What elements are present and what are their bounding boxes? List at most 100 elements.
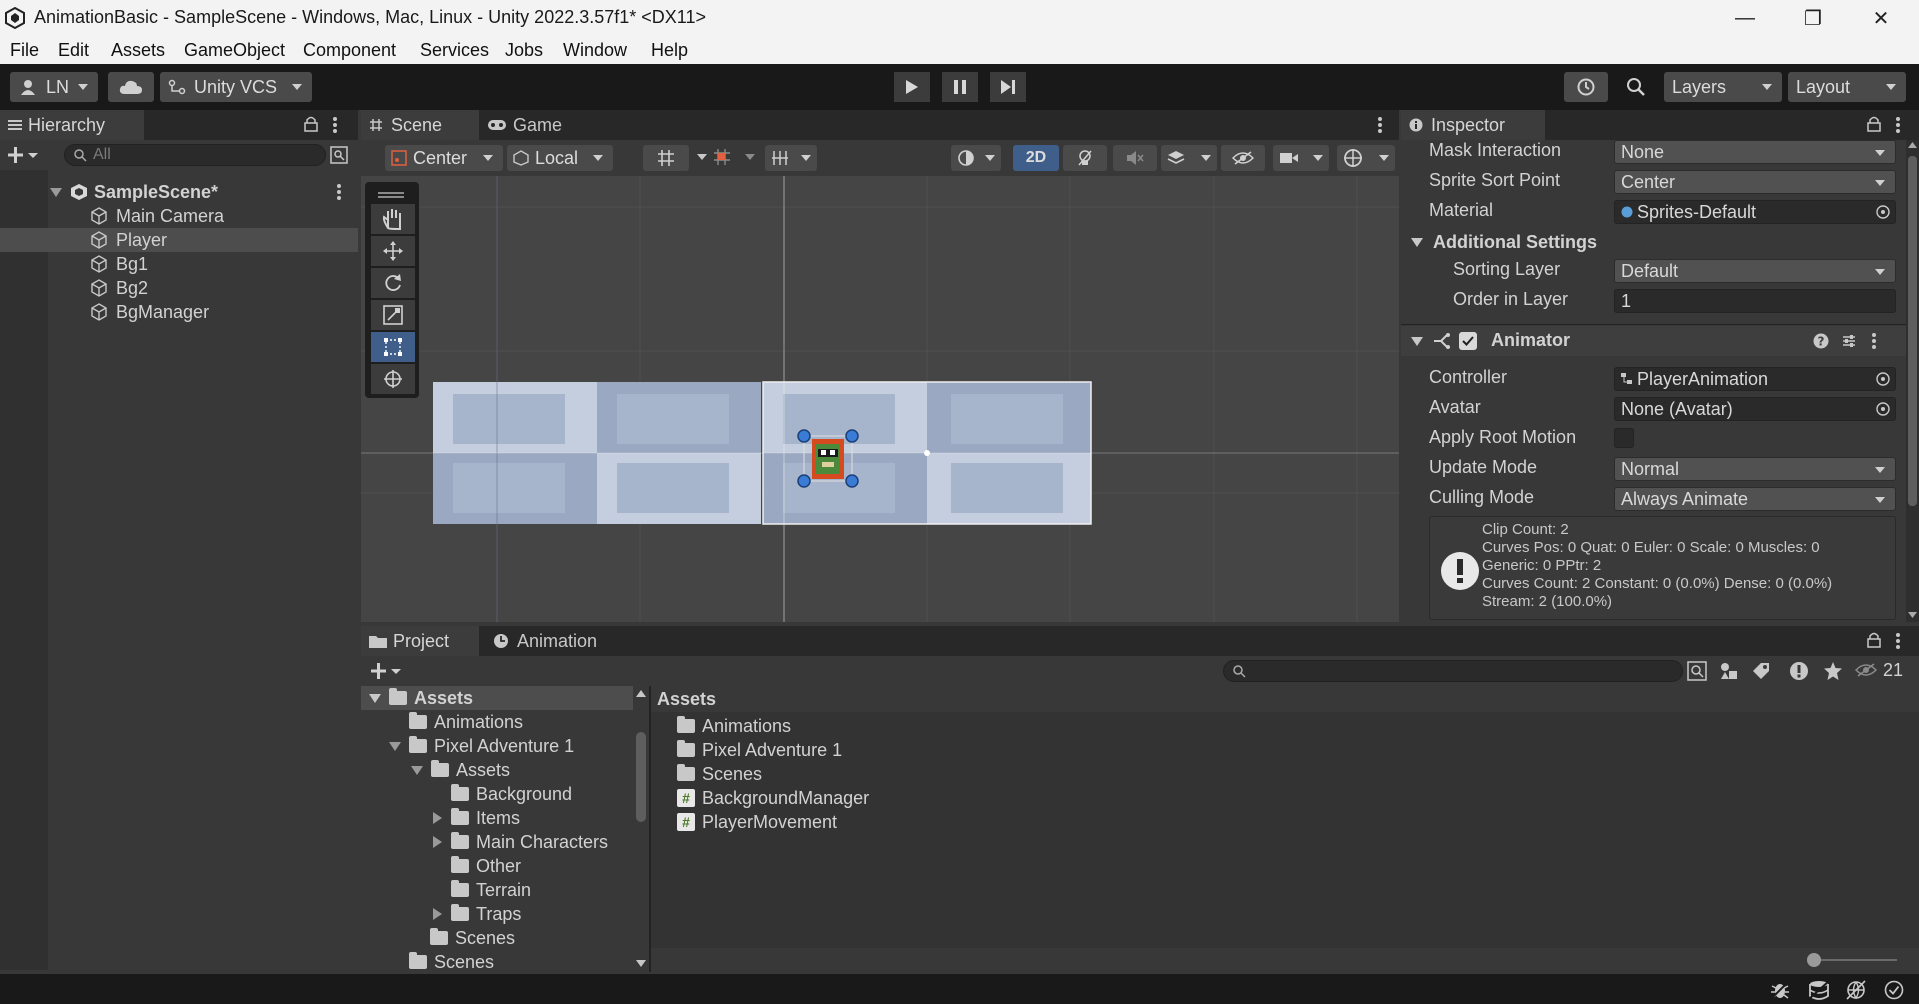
expand-arrow-icon[interactable] [369, 693, 381, 703]
camera-dropdown[interactable] [1273, 145, 1329, 171]
kebab-menu-icon[interactable] [1895, 632, 1901, 650]
kebab-menu-icon[interactable] [1871, 332, 1877, 350]
scroll-down-icon[interactable] [1908, 612, 1917, 618]
chevron-down-icon[interactable] [745, 154, 755, 160]
debug-bug-icon[interactable] [1770, 980, 1790, 1000]
tree-item-assets[interactable]: Assets [361, 686, 633, 710]
layout-dropdown[interactable]: Layout [1788, 72, 1906, 102]
tree-item-traps[interactable]: Traps [433, 902, 521, 926]
hidden-eye-icon[interactable] [1855, 663, 1877, 677]
filter-by-type-icon[interactable] [1719, 661, 1739, 681]
tab-inspector[interactable]: Inspector [1401, 110, 1545, 140]
tree-item-terrain[interactable]: Terrain [451, 878, 531, 902]
slider-handle[interactable] [1807, 953, 1821, 967]
space-dropdown[interactable]: Local [507, 145, 613, 171]
tree-item-pa-scenes[interactable]: Scenes [430, 926, 515, 950]
asset-item-pixel-adventure[interactable]: Pixel Adventure 1 [677, 738, 842, 762]
drag-handle-icon[interactable] [378, 190, 404, 200]
move-tool-button[interactable] [371, 236, 415, 266]
collapse-arrow-icon[interactable] [433, 908, 442, 920]
pause-button[interactable] [942, 72, 978, 102]
foldout-arrow-icon[interactable] [1411, 337, 1423, 346]
tree-item-other[interactable]: Other [451, 854, 521, 878]
asset-item-backgroundmanager[interactable]: # BackgroundManager [677, 786, 869, 810]
cache-server-icon[interactable] [1808, 980, 1830, 1000]
history-button[interactable] [1564, 72, 1608, 102]
help-icon[interactable]: ? [1813, 333, 1829, 349]
scene-row[interactable]: SampleScene* [0, 180, 358, 204]
mask-interaction-dropdown[interactable]: None [1614, 140, 1896, 164]
grid-visibility-dropdown[interactable] [765, 145, 817, 171]
kebab-menu-icon[interactable] [1377, 116, 1383, 134]
tab-animation[interactable]: Animation [485, 626, 615, 656]
tab-project[interactable]: Project [361, 626, 479, 656]
pivot-mode-dropdown[interactable]: Center [385, 145, 503, 171]
play-button[interactable] [894, 72, 930, 102]
scene-search-icon[interactable] [330, 146, 348, 164]
expand-arrow-icon[interactable] [50, 187, 62, 197]
gizmos-dropdown[interactable] [1337, 145, 1395, 171]
object-picker-icon[interactable] [1875, 371, 1891, 387]
account-button[interactable]: LN [10, 72, 98, 102]
collapse-arrow-icon[interactable] [433, 812, 442, 824]
culling-mode-dropdown[interactable]: Always Animate [1614, 487, 1896, 511]
hierarchy-item-bgmanager[interactable]: BgManager [0, 300, 358, 324]
expand-arrow-icon[interactable] [411, 765, 423, 775]
material-field[interactable]: Sprites-Default [1614, 200, 1896, 224]
mode-2d-button[interactable]: 2D [1013, 145, 1059, 171]
shading-mode-dropdown[interactable] [951, 145, 1001, 171]
chevron-down-icon[interactable] [697, 154, 707, 160]
menu-file[interactable]: File [10, 40, 39, 61]
inspector-scrollbar[interactable] [1906, 140, 1919, 622]
asset-item-scenes[interactable]: Scenes [677, 762, 762, 786]
label-tag-icon[interactable] [1751, 661, 1771, 681]
tab-game[interactable]: Game [479, 110, 579, 140]
kebab-menu-icon[interactable] [332, 116, 338, 134]
favorite-star-icon[interactable] [1823, 661, 1843, 681]
tree-item-pixel-adventure[interactable]: Pixel Adventure 1 [389, 734, 574, 758]
step-button[interactable] [990, 72, 1026, 102]
search-by-type-icon[interactable] [1687, 661, 1707, 681]
layers-dropdown[interactable]: Layers [1664, 72, 1782, 102]
breadcrumb-assets[interactable]: Assets [657, 689, 716, 710]
update-mode-dropdown[interactable]: Normal [1614, 457, 1896, 481]
transform-tool-button[interactable] [371, 364, 415, 394]
presets-icon[interactable] [1841, 333, 1857, 349]
tree-item-items[interactable]: Items [433, 806, 520, 830]
hierarchy-item-main-camera[interactable]: Main Camera [0, 204, 358, 228]
cloud-button[interactable] [108, 72, 154, 102]
asset-item-playermovement[interactable]: # PlayerMovement [677, 810, 837, 834]
sorting-layer-dropdown[interactable]: Default [1614, 259, 1896, 283]
additional-settings-foldout[interactable]: Additional Settings [1411, 230, 1911, 254]
kebab-menu-icon[interactable] [1895, 116, 1901, 134]
object-picker-icon[interactable] [1875, 401, 1891, 417]
hierarchy-search-input[interactable]: All [64, 144, 326, 166]
tree-item-pa-assets[interactable]: Assets [411, 758, 510, 782]
animator-enabled-checkbox[interactable] [1459, 332, 1477, 350]
asset-item-animations[interactable]: Animations [677, 714, 791, 738]
tab-scene[interactable]: Scene [361, 110, 479, 140]
kebab-menu-icon[interactable] [336, 183, 342, 201]
menu-jobs[interactable]: Jobs [505, 40, 543, 61]
increment-snap-icon[interactable] [713, 148, 731, 166]
sprite-sort-point-dropdown[interactable]: Center [1614, 170, 1896, 194]
vcs-button[interactable]: Unity VCS [160, 72, 312, 102]
menu-assets[interactable]: Assets [111, 40, 165, 61]
lock-icon[interactable] [1867, 116, 1881, 132]
scene-visibility-button[interactable] [1221, 145, 1265, 171]
search-button[interactable] [1614, 72, 1658, 102]
lock-icon[interactable] [304, 116, 318, 132]
menu-component[interactable]: Component [303, 40, 396, 61]
effects-dropdown[interactable] [1161, 145, 1217, 171]
close-button[interactable]: ✕ [1852, 0, 1910, 36]
controller-field[interactable]: PlayerAnimation [1614, 367, 1896, 391]
order-in-layer-input[interactable]: 1 [1614, 289, 1896, 313]
scrollbar-thumb[interactable] [636, 732, 646, 822]
add-icon[interactable] [8, 146, 40, 164]
rotate-tool-button[interactable] [371, 268, 415, 298]
hierarchy-item-bg2[interactable]: Bg2 [0, 276, 358, 300]
collapse-arrow-icon[interactable] [433, 836, 442, 848]
add-icon[interactable] [371, 662, 403, 680]
menu-window[interactable]: Window [563, 40, 627, 61]
scene-canvas[interactable] [361, 176, 1399, 622]
